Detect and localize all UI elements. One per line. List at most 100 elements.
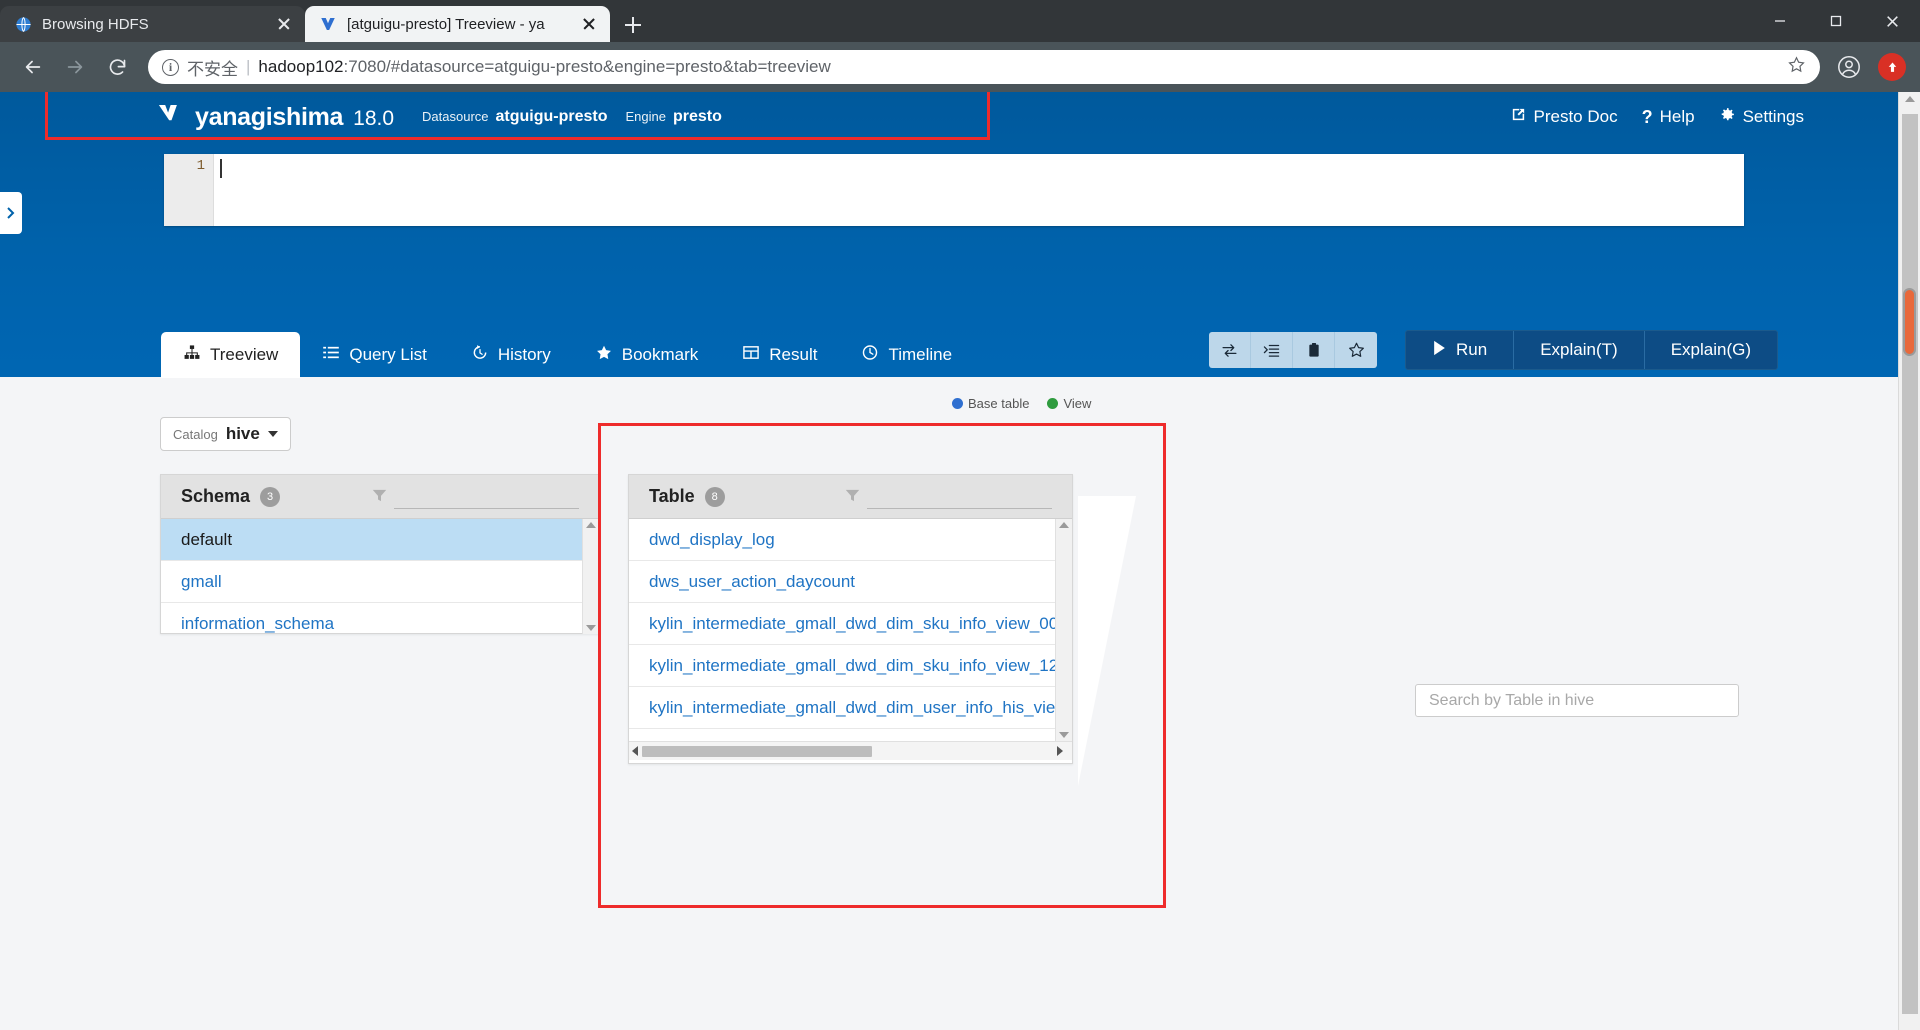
explain-t-button[interactable]: Explain(T) [1514, 331, 1645, 369]
scroll-down-icon[interactable] [1059, 732, 1069, 738]
datasource-meta: Datasource atguigu-presto [422, 108, 607, 126]
table-row[interactable]: kylin_intermediate_gmall_dwd_dim_sku_inf… [629, 603, 1072, 645]
brand[interactable]: yanagishima 18.0 [158, 103, 394, 132]
browser-tab-2[interactable]: [atguigu-presto] Treeview - ya [305, 6, 610, 42]
table-rows: dwd_display_log dws_user_action_daycount… [629, 519, 1072, 741]
swap-icon[interactable] [1209, 332, 1252, 368]
url-host: hadoop102 [258, 57, 344, 76]
tab-timeline[interactable]: Timeline [839, 332, 974, 378]
reload-icon[interactable] [98, 48, 136, 86]
page-scroll-track[interactable] [1902, 114, 1918, 1014]
editor-toolbar: Run Explain(T) Explain(G) [1209, 330, 1778, 378]
tab-label: Result [769, 345, 818, 364]
tab-label: Treeview [210, 345, 279, 364]
engine-label: Engine [625, 109, 666, 124]
table-row[interactable]: kylin_intermediate_gmall_dwd_dim_user_in… [629, 729, 1072, 742]
close-window-icon[interactable] [1864, 0, 1920, 42]
profile-icon[interactable] [1832, 50, 1866, 84]
chevron-down-icon [267, 431, 278, 437]
table-panel: Table 8 dwd_display_log dws_user_action_… [628, 474, 1073, 764]
star-outline-icon[interactable] [1335, 332, 1378, 368]
table-count-badge: 8 [704, 486, 725, 507]
browser-tab-title: [atguigu-presto] Treeview - ya [347, 15, 545, 33]
funnel-icon [844, 487, 861, 509]
schema-filter-input[interactable] [394, 484, 579, 509]
search-table-input[interactable] [1415, 684, 1739, 717]
scroll-right-icon[interactable] [1057, 746, 1063, 756]
header-links: Presto Doc ? Help Settings [1510, 106, 1804, 128]
indent-icon[interactable] [1251, 332, 1294, 368]
forward-icon[interactable] [56, 48, 94, 86]
minimize-icon[interactable] [1752, 0, 1808, 42]
presto-doc-link[interactable]: Presto Doc [1510, 106, 1618, 128]
globe-icon [14, 15, 32, 33]
schema-row-information-schema[interactable]: information_schema [161, 603, 584, 634]
treeview-content: Catalog hive Schema 3 default gmall info… [0, 378, 1898, 1030]
page-scroll-up-icon[interactable] [1904, 96, 1915, 102]
catalog-label: Catalog [173, 427, 218, 442]
help-label: Help [1659, 107, 1695, 126]
info-icon[interactable]: i [162, 58, 179, 76]
page-scroll-thumb[interactable] [1903, 288, 1916, 356]
scroll-up-icon[interactable] [1059, 522, 1069, 528]
query-editor[interactable]: 1 [164, 154, 1744, 226]
table-row[interactable]: kylin_intermediate_gmall_dwd_dim_sku_inf… [629, 645, 1072, 687]
tab-result[interactable]: Result [720, 332, 839, 378]
table-row[interactable]: dws_user_action_daycount [629, 561, 1055, 603]
table-panel-header: Table 8 [629, 475, 1072, 519]
tab-treeview[interactable]: Treeview [161, 332, 301, 378]
url-path: :7080/#datasource=atguigu-presto&engine=… [343, 57, 831, 76]
app-header: yanagishima 18.0 Datasource atguigu-pres… [0, 92, 1898, 142]
table-filter [844, 484, 1052, 509]
editor-line-numbers: 1 [164, 154, 214, 226]
tab-history[interactable]: History [449, 332, 573, 378]
explain-g-button[interactable]: Explain(G) [1644, 331, 1777, 369]
tab-bookmark[interactable]: Bookmark [573, 332, 721, 378]
scroll-down-icon[interactable] [586, 625, 596, 631]
schema-row-default[interactable]: default [161, 519, 584, 561]
yanagishima-logo-icon [158, 103, 185, 131]
clipboard-icon[interactable] [1293, 332, 1336, 368]
scroll-up-icon[interactable] [586, 522, 596, 528]
table-row[interactable]: dwd_display_log [629, 519, 1055, 561]
schema-panel-header: Schema 3 [161, 475, 599, 519]
sitemap-icon [183, 344, 201, 366]
table-vertical-scrollbar[interactable] [1055, 519, 1072, 741]
legend-view: View [1047, 396, 1091, 411]
legend-base-table: Base table [952, 396, 1029, 411]
scroll-left-icon[interactable] [632, 746, 638, 756]
table-legend: Base table View [952, 396, 1091, 411]
close-icon[interactable] [578, 13, 600, 35]
catalog-value: hive [225, 424, 260, 443]
hscroll-thumb[interactable] [642, 745, 872, 757]
bookmark-star-icon[interactable] [1787, 55, 1806, 79]
settings-link[interactable]: Settings [1719, 106, 1804, 128]
funnel-icon [371, 487, 388, 509]
editor-icon-buttons [1209, 332, 1378, 368]
editor-code-area[interactable] [214, 154, 1744, 226]
back-icon[interactable] [14, 48, 52, 86]
table-horizontal-scrollbar[interactable] [629, 741, 1072, 760]
close-icon[interactable] [273, 13, 295, 35]
catalog-selector[interactable]: Catalog hive [160, 417, 291, 451]
legend-dot-base-table [952, 398, 963, 409]
table-row[interactable]: kylin_intermediate_gmall_dwd_dim_user_in… [629, 687, 1072, 729]
schema-vertical-scrollbar[interactable] [582, 519, 599, 634]
sidebar-toggle-handle[interactable] [0, 192, 22, 234]
maximize-icon[interactable] [1808, 0, 1864, 42]
page-scrollbar[interactable] [1898, 92, 1920, 1030]
run-button[interactable]: Run [1406, 331, 1515, 369]
schema-filter [371, 484, 579, 509]
browser-tab-1[interactable]: Browsing HDFS [0, 6, 305, 42]
list-icon [322, 344, 340, 366]
new-tab-button[interactable] [616, 8, 650, 42]
table-filter-input[interactable] [867, 484, 1052, 509]
extension-icon[interactable] [1878, 53, 1906, 81]
help-link[interactable]: ? Help [1642, 107, 1695, 128]
schema-panel: Schema 3 default gmall information_schem… [160, 474, 600, 634]
address-bar[interactable]: i 不安全 | hadoop102:7080/#datasource=atgui… [148, 50, 1820, 84]
tab-query-list[interactable]: Query List [300, 332, 448, 378]
tab-label: History [497, 345, 551, 364]
schema-row-gmall[interactable]: gmall [161, 561, 584, 603]
table-icon [742, 344, 760, 366]
